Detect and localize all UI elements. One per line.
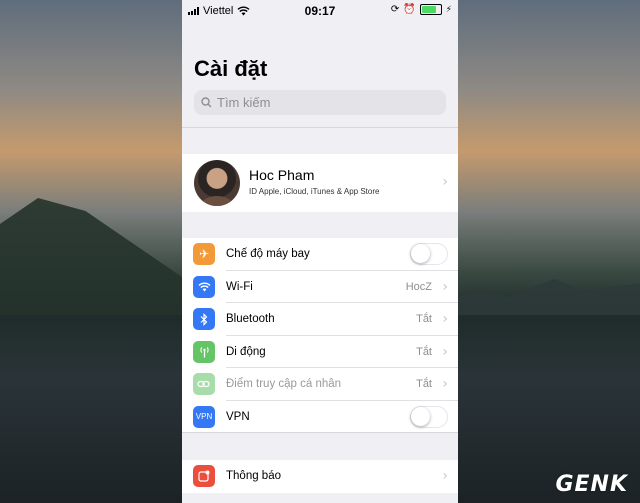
settings-row-vpn[interactable]: VPN VPN [182, 401, 458, 434]
chevron-right-icon: › [442, 468, 448, 485]
search-placeholder: Tìm kiếm [217, 95, 271, 110]
chevron-right-icon: › [442, 174, 448, 190]
row-value: Tắt [416, 313, 432, 326]
chevron-right-icon: › [442, 278, 448, 295]
chevron-right-icon: › [442, 311, 448, 328]
row-label: Wi-Fi [226, 280, 253, 293]
row-label: Điểm truy cập cá nhân [226, 378, 342, 391]
settings-row-personal-hotspot[interactable]: Điểm truy cập cá nhân Tắt › [182, 368, 458, 401]
profile-name: Hoc Pham [249, 167, 315, 183]
settings-row-airplane-mode[interactable]: ✈ Chế độ máy bay [182, 238, 458, 271]
settings-screen: Viettel 09:17 ⟳ ⏰ ⚡ Cài đặt Tìm kiếm Hoc… [182, 0, 458, 503]
chevron-right-icon: › [442, 343, 448, 360]
row-label: Thông báo [226, 470, 281, 483]
row-label: Di động [226, 345, 266, 358]
search-input[interactable]: Tìm kiếm [194, 90, 446, 115]
vpn-icon: VPN [193, 405, 215, 428]
row-label: Chế độ máy bay [226, 248, 310, 261]
settings-row-wifi[interactable]: Wi-Fi HocZ › [182, 271, 458, 303]
cellular-icon [193, 340, 215, 363]
row-value: Tắt [416, 378, 432, 391]
row-value: HocZ [405, 280, 432, 293]
battery-icon [419, 4, 442, 15]
hotspot-icon [193, 373, 215, 396]
avatar [194, 160, 240, 206]
row-label: VPN [226, 410, 250, 423]
alarm-icon: ⏰ [403, 4, 416, 15]
charging-icon: ⚡ [445, 4, 452, 15]
profile-subtitle: ID Apple, iCloud, iTunes & App Store [249, 187, 380, 196]
connectivity-group: ✈ Chế độ máy bay Wi-Fi HocZ › Bluetooth … [182, 238, 458, 433]
watermark-logo: GENK [555, 472, 628, 497]
section-divider [182, 127, 458, 128]
vpn-toggle[interactable] [410, 405, 448, 428]
settings-row-notifications[interactable]: Thông báo › [182, 460, 458, 493]
row-label: Bluetooth [226, 313, 275, 326]
status-bar: Viettel 09:17 ⟳ ⏰ ⚡ [182, 0, 458, 24]
settings-row-bluetooth[interactable]: Bluetooth Tắt › [182, 303, 458, 336]
notifications-group: Thông báo › [182, 460, 458, 493]
search-icon [201, 97, 212, 108]
notifications-icon [193, 465, 215, 488]
airplane-mode-toggle[interactable] [410, 243, 448, 266]
rotation-lock-icon: ⟳ [390, 4, 400, 15]
page-title: Cài đặt [194, 56, 268, 81]
wifi-icon [193, 275, 215, 298]
bluetooth-icon [193, 308, 215, 331]
chevron-right-icon: › [442, 376, 448, 393]
section-divider [182, 432, 458, 433]
apple-id-row[interactable]: Hoc Pham ID Apple, iCloud, iTunes & App … [182, 154, 458, 212]
row-value: Tắt [416, 345, 432, 358]
airplane-icon: ✈ [193, 243, 215, 266]
settings-row-cellular[interactable]: Di động Tắt › [182, 336, 458, 368]
